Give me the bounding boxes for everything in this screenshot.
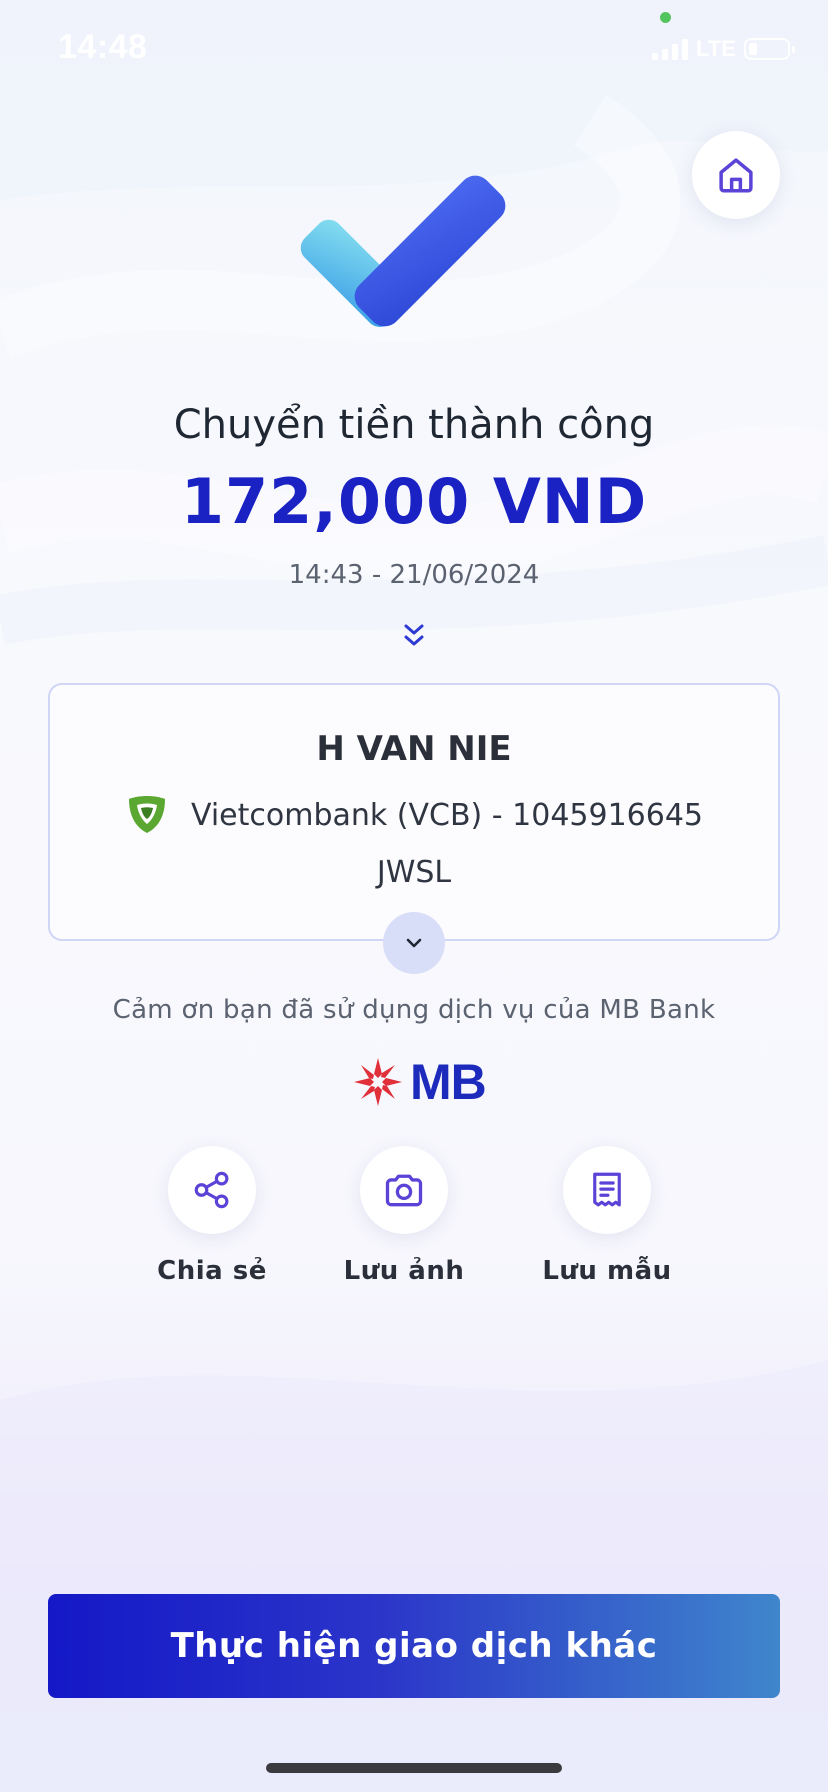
transfer-datetime: 14:43 - 21/06/2024 — [288, 560, 540, 590]
save-template-label: Lưu mẫu — [542, 1256, 672, 1286]
share-icon — [194, 1171, 229, 1209]
status-time: 14:48 — [58, 28, 148, 66]
status-bar: 14:48 LTE — [0, 0, 828, 100]
receipt-icon — [593, 1172, 621, 1207]
result-title: Chuyển tiền thành công — [173, 402, 655, 448]
new-transaction-button[interactable]: Thực hiện giao dịch khác — [48, 1594, 780, 1698]
save-image-button-circle[interactable] — [360, 1146, 448, 1234]
double-chevron-down-icon — [404, 624, 424, 646]
network-type: LTE — [696, 36, 736, 61]
save-image-button[interactable]: Lưu ảnh — [324, 1146, 484, 1286]
recipient-bank-account: Vietcombank (VCB) - 1045916645 — [190, 797, 704, 833]
home-button[interactable] — [692, 131, 780, 219]
chevron-down-icon — [406, 938, 422, 948]
status-indicators: LTE — [652, 36, 795, 62]
thank-you-text: Cảm ơn bạn đã sử dụng dịch vụ của MB Ban… — [112, 995, 716, 1025]
share-label: Chia sẻ — [157, 1256, 267, 1286]
success-check-icon — [300, 175, 506, 327]
save-template-button-circle[interactable] — [563, 1146, 651, 1234]
save-image-label: Lưu ảnh — [343, 1256, 465, 1286]
camera-indicator-dot — [660, 12, 671, 23]
vietcombank-logo-icon — [128, 796, 165, 833]
action-bar: Chia sẻ Lưu ảnh Lưu mẫu — [0, 1146, 828, 1296]
mb-logo-text: MB — [410, 1054, 487, 1110]
save-template-button[interactable]: Lưu mẫu — [527, 1146, 687, 1286]
mb-bank-logo: MB — [352, 1053, 487, 1111]
home-indicator[interactable] — [266, 1763, 562, 1773]
home-icon — [719, 158, 753, 193]
recipient-card: H VAN NIE Vietcombank (VCB) - 1045916645… — [48, 683, 780, 941]
camera-icon — [385, 1174, 423, 1207]
transfer-amount: 172,000 VND — [180, 465, 648, 538]
share-button[interactable]: Chia sẻ — [132, 1146, 292, 1286]
battery-icon — [743, 38, 795, 60]
share-button-circle[interactable] — [168, 1146, 256, 1234]
new-transaction-label: Thực hiện giao dịch khác — [170, 1626, 658, 1666]
transfer-memo: JWSL — [376, 855, 452, 890]
signal-icon — [652, 38, 688, 60]
mb-star-logo-icon — [354, 1058, 402, 1106]
expand-details-button[interactable] — [383, 912, 445, 974]
recipient-name: H VAN NIE — [316, 729, 512, 769]
recipient-bank-row: Vietcombank (VCB) - 1045916645 — [50, 793, 778, 837]
